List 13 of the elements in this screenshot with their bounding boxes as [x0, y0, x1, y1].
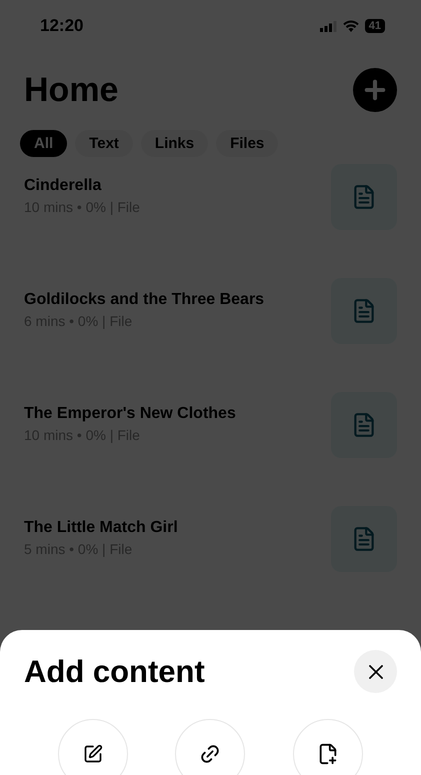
item-title: Cinderella	[24, 177, 102, 195]
close-button[interactable]	[354, 650, 397, 693]
edit-icon	[82, 744, 103, 764]
item-title: Goldilocks and the Three Bears	[24, 291, 264, 309]
sheet-title: Add content	[24, 654, 205, 690]
add-link-button[interactable]	[175, 719, 246, 775]
write-text-button[interactable]	[58, 719, 128, 775]
page-title: Home	[24, 70, 118, 110]
item-title: The Emperor's New Clothes	[24, 405, 236, 423]
add-file-button[interactable]	[293, 719, 364, 775]
item-title: The Little Match Girl	[24, 519, 178, 537]
status-time: 12:20	[40, 16, 84, 36]
file-add-icon	[317, 743, 340, 765]
